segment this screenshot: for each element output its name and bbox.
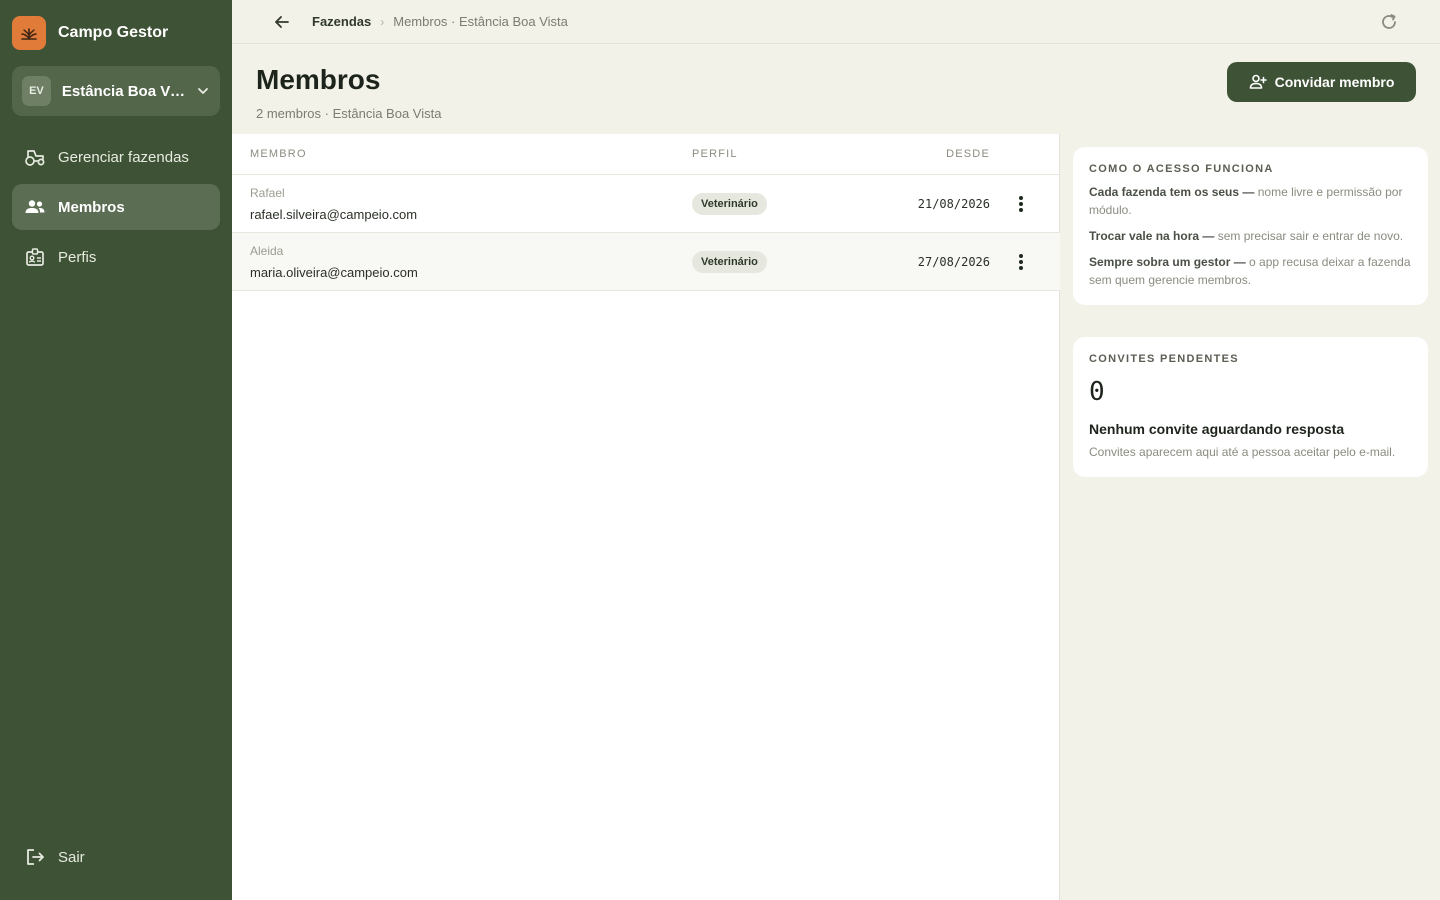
- sidebar-item-membros[interactable]: Membros: [12, 184, 220, 230]
- member-name: Aleida: [250, 244, 284, 258]
- more-vertical-icon: [1019, 254, 1023, 270]
- brand: Campo Gestor: [12, 16, 168, 50]
- column-header-member: MEMBRO: [250, 148, 307, 160]
- access-info-strong: Cada fazenda tem os seus —: [1089, 185, 1255, 199]
- pending-empty-title: Nenhum convite aguardando resposta: [1089, 421, 1345, 437]
- sidebar: Campo Gestor EV Estância Boa Vista Geren…: [0, 0, 232, 900]
- logout-icon: [27, 849, 44, 865]
- topbar: Fazendas › Membros · Estância Boa Vista: [232, 0, 1440, 44]
- pending-card-title: CONVITES PENDENTES: [1089, 353, 1239, 365]
- breadcrumb-fazendas[interactable]: Fazendas: [312, 14, 371, 29]
- access-info-text: sem precisar sair e entrar de novo.: [1214, 229, 1404, 243]
- row-actions-button[interactable]: [1010, 193, 1032, 215]
- sidebar-item-label: Perfis: [58, 248, 97, 266]
- arrow-left-icon: [275, 16, 289, 28]
- access-info-item: Trocar vale na hora — sem precisar sair …: [1089, 227, 1412, 245]
- column-header-role: PERFIL: [692, 148, 738, 160]
- chevron-down-icon: [196, 84, 210, 98]
- access-info-strong: Trocar vale na hora —: [1089, 229, 1215, 243]
- member-since: 21/08/2026: [917, 197, 990, 211]
- role-badge: Veterinário: [692, 193, 767, 215]
- role-badge: Veterinário: [692, 251, 767, 273]
- member-since: 27/08/2026: [917, 255, 990, 269]
- table-row[interactable]: Aleida maria.oliveira@campeio.com Veteri…: [232, 233, 1060, 291]
- logout-label: Sair: [58, 848, 85, 866]
- breadcrumb-current: Membros · Estância Boa Vista: [393, 14, 568, 29]
- sidebar-item-label: Gerenciar fazendas: [58, 148, 189, 166]
- farm-name: Estância Boa Vista: [61, 82, 185, 100]
- people-icon: [25, 200, 45, 213]
- chevron-right-icon: ›: [380, 14, 385, 29]
- pending-invites-card: CONVITES PENDENTES 0 Nenhum convite agua…: [1073, 337, 1428, 477]
- page-title: Membros: [256, 64, 381, 95]
- farm-switcher[interactable]: EV Estância Boa Vista: [12, 66, 220, 116]
- pending-empty-description: Convites aparecem aqui até a pessoa acei…: [1089, 445, 1396, 459]
- column-header-since: DESDE: [946, 148, 990, 160]
- access-card-title: COMO O ACESSO FUNCIONA: [1089, 163, 1274, 175]
- table-header: MEMBRO PERFIL DESDE: [232, 134, 1060, 175]
- farm-avatar: EV: [22, 76, 51, 106]
- access-info-strong: Sempre sobra um gestor —: [1089, 255, 1246, 269]
- refresh-icon: [1382, 14, 1396, 29]
- add-user-icon: [1249, 74, 1267, 89]
- invite-member-label: Convidar membro: [1274, 74, 1395, 90]
- member-email: rafael.silveira@campeio.com: [250, 207, 418, 222]
- breadcrumb: Fazendas › Membros · Estância Boa Vista: [312, 14, 568, 29]
- access-info-item: Cada fazenda tem os seus — nome livre e …: [1089, 183, 1412, 219]
- more-vertical-icon: [1019, 196, 1023, 212]
- member-name: Rafael: [250, 186, 285, 200]
- back-button[interactable]: [272, 12, 292, 32]
- table-row[interactable]: Rafael rafael.silveira@campeio.com Veter…: [232, 175, 1060, 233]
- sidebar-item-label: Membros: [58, 198, 125, 216]
- leaf-logo-icon: [21, 28, 37, 40]
- app-name: Campo Gestor: [58, 24, 169, 41]
- sidebar-item-gerenciar-fazendas[interactable]: Gerenciar fazendas: [12, 134, 220, 180]
- tractor-icon: [25, 150, 45, 166]
- brand-logo: [12, 16, 46, 50]
- row-actions-button[interactable]: [1010, 251, 1032, 273]
- page-subtitle: 2 membros · Estância Boa Vista: [256, 106, 442, 121]
- logout-button[interactable]: Sair: [12, 834, 220, 880]
- refresh-button[interactable]: [1378, 11, 1400, 33]
- members-table: MEMBRO PERFIL DESDE Rafael rafael.silvei…: [232, 134, 1060, 900]
- pending-count: 0: [1089, 377, 1105, 407]
- sidebar-item-perfis[interactable]: Perfis: [12, 234, 220, 280]
- access-info-item: Sempre sobra um gestor — o app recusa de…: [1089, 253, 1412, 289]
- badge-icon: [26, 248, 44, 266]
- access-info-card: COMO O ACESSO FUNCIONA Cada fazenda tem …: [1073, 147, 1428, 305]
- member-email: maria.oliveira@campeio.com: [250, 265, 418, 280]
- invite-member-button[interactable]: Convidar membro: [1227, 62, 1416, 102]
